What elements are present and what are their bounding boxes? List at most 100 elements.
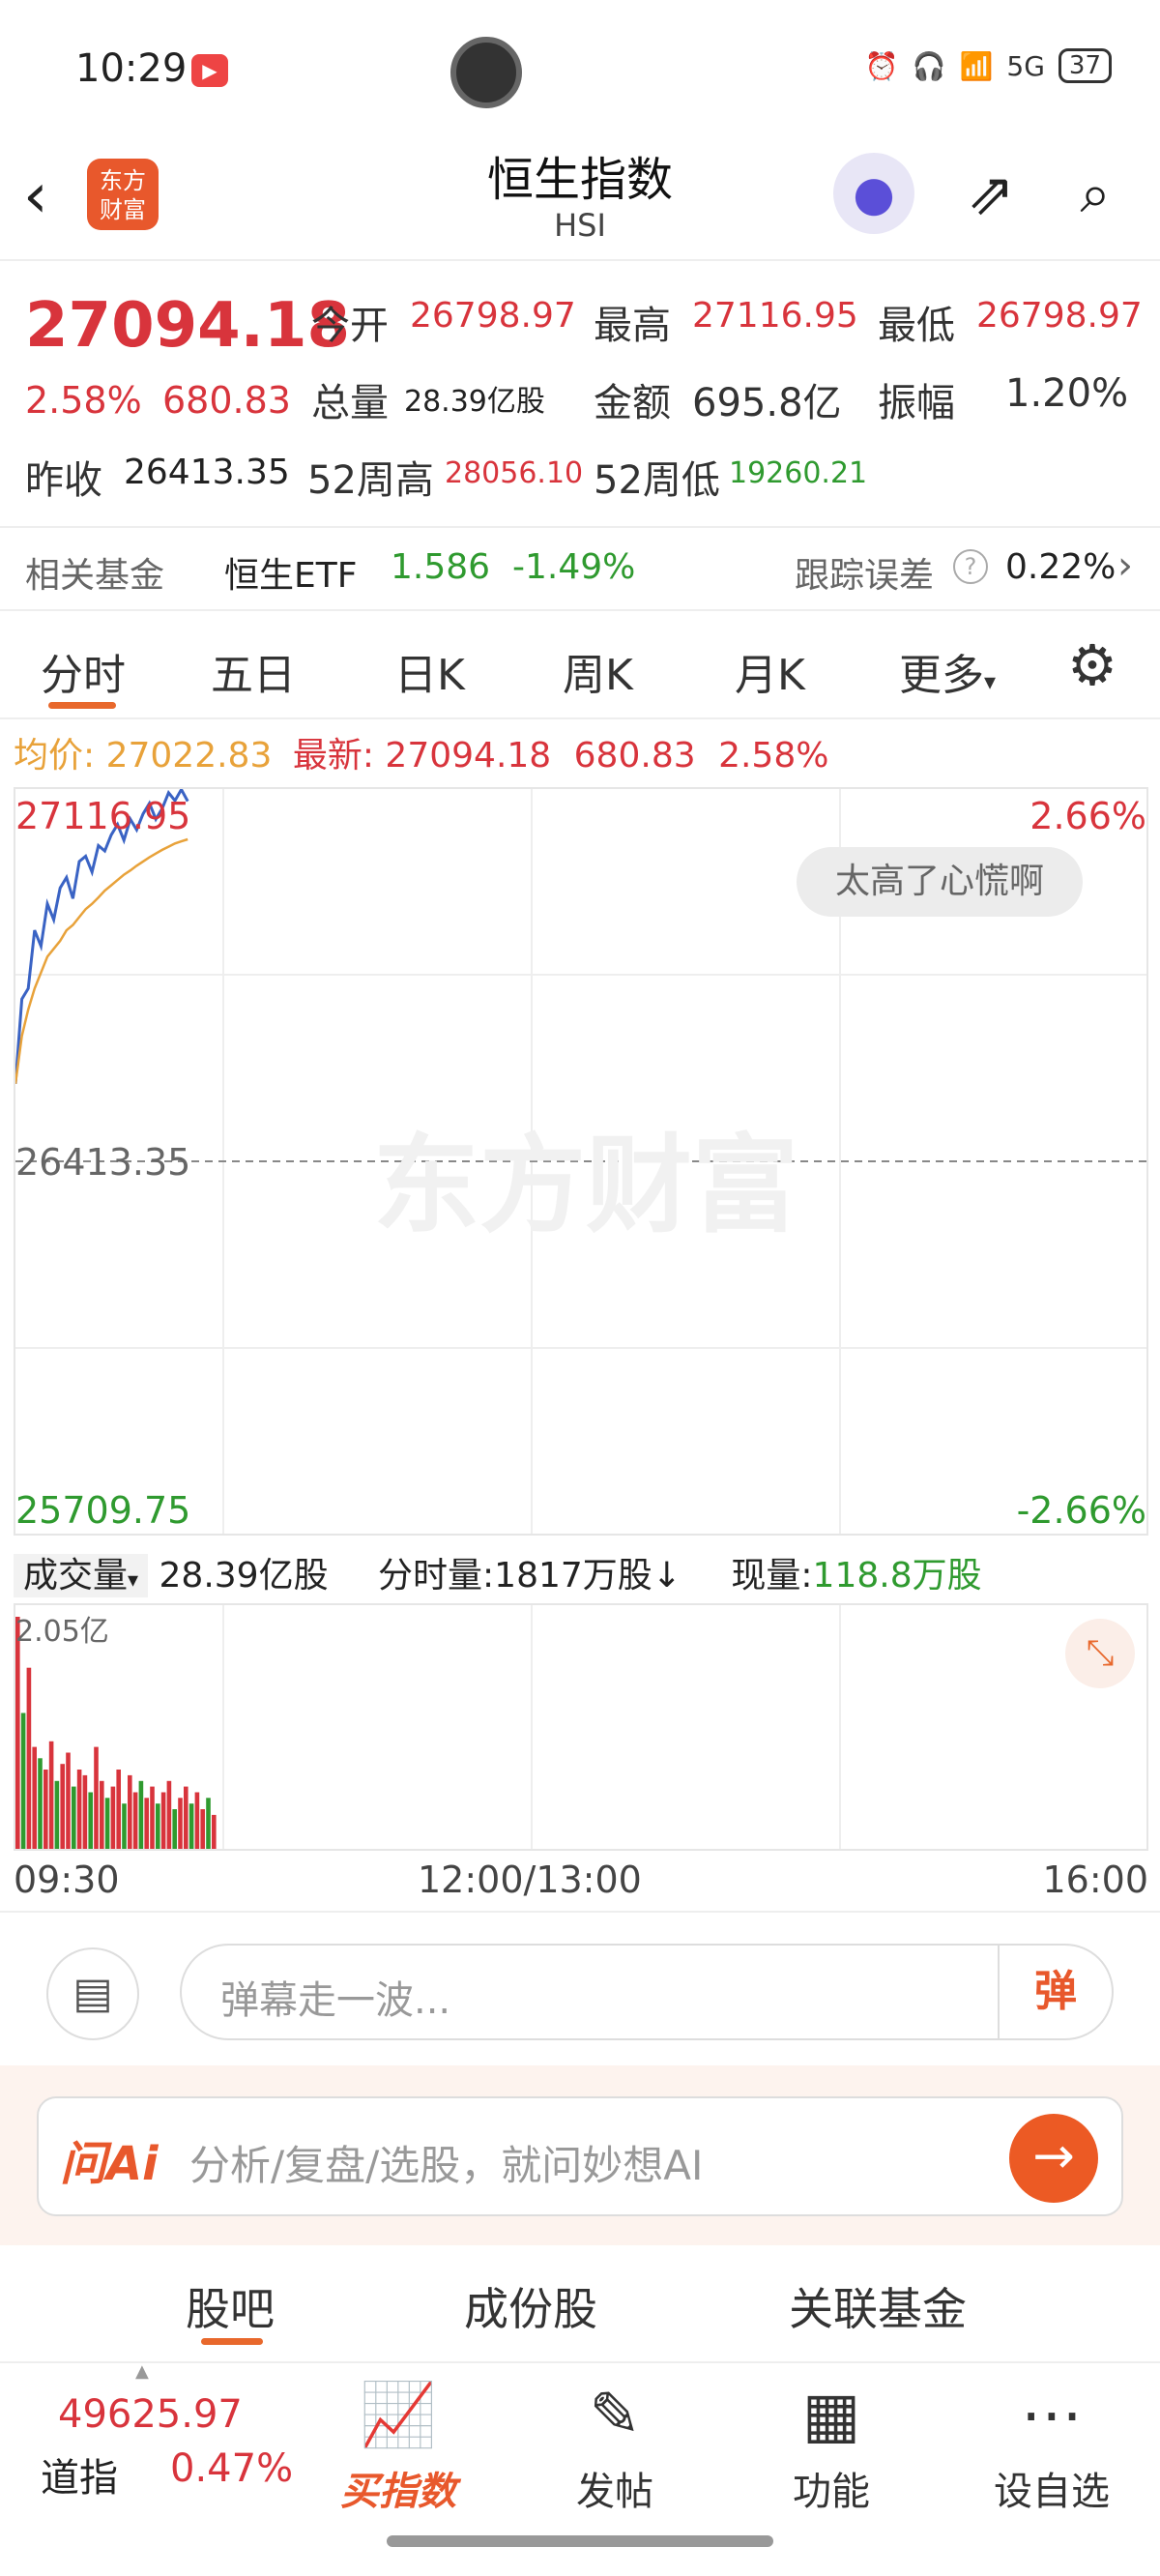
avg-price-row: 均价: 27022.83 最新: 27094.18 680.83 2.58% [14, 727, 828, 777]
volume-selector[interactable]: 成交量▾ [14, 1554, 149, 1597]
current-price: 27094.18 [25, 290, 351, 362]
search-icon[interactable]: ⌕ [1061, 161, 1129, 228]
screen-record-icon: ▶ [191, 54, 228, 87]
tab-intraday[interactable]: 分时 [41, 640, 126, 702]
nav-watchlist-label: 设自选 [994, 2470, 1110, 2514]
ticker-value: 49625.97 [58, 2392, 243, 2437]
trend-chart-icon: 📈 [360, 2380, 437, 2451]
tab-five-day[interactable]: 五日 [211, 640, 296, 702]
settings-gear-icon[interactable]: ⚙ [1067, 632, 1117, 698]
danmu-settings-icon[interactable]: ▤ [46, 1947, 139, 2040]
prev-close-value: 26413.35 [124, 453, 290, 492]
prev-close-label: 昨收 [25, 458, 102, 503]
fund-name[interactable]: 恒生ETF [224, 547, 357, 598]
chart-top-value: 27116.95 [15, 795, 191, 837]
ai-row: 问Ai 分析/复盘/选股，就问妙想AI → [0, 2065, 1160, 2245]
low-label: 最低 [878, 304, 955, 348]
time-mid: 12:00/13:00 [418, 1859, 642, 1901]
clock: 10:29 [75, 46, 188, 91]
latest-change: 680.83 [573, 736, 696, 776]
chevron-right-icon[interactable]: › [1117, 543, 1133, 588]
alarm-icon: ⏰ [864, 49, 899, 82]
volume-chart[interactable]: 2.05亿 ⤡ [14, 1603, 1148, 1851]
share-icon[interactable]: ⇗ [957, 161, 1025, 228]
latest-label: 最新: [292, 736, 374, 776]
minute-volume: 分时量:1817万股↓ [378, 1556, 682, 1595]
volume-bar [54, 1780, 60, 1849]
volume-bar [38, 1758, 43, 1849]
volume-bar [100, 1780, 104, 1849]
floating-app-icon[interactable] [450, 37, 522, 108]
volume-bar [88, 1792, 93, 1849]
volume-total: 28.39亿股 [159, 1556, 329, 1595]
tab-related-funds[interactable]: 关联基金 [789, 2274, 967, 2338]
volume-bar [116, 1770, 121, 1849]
avg-price-line [15, 837, 188, 1084]
ai-input[interactable]: 问Ai 分析/复盘/选股，就问妙想AI → [37, 2096, 1123, 2216]
week52-low-label: 52周低 [594, 458, 720, 503]
danmu-input[interactable]: 弹幕走一波... 弹 [180, 1944, 1114, 2040]
tab-guba[interactable]: 股吧 [186, 2274, 275, 2338]
volume-bar [132, 1792, 138, 1849]
volume-bar [122, 1803, 127, 1849]
volume-bar [194, 1792, 200, 1849]
intraday-chart[interactable]: 东方财富 27116.95 2.66% 26413.35 25709.75 -2… [14, 787, 1148, 1536]
high-label: 最高 [594, 304, 671, 348]
grid-icon: ▦ [801, 2380, 861, 2451]
volume-bar [128, 1774, 132, 1849]
danmu-bubble[interactable]: 太高了心慌啊 [797, 847, 1084, 917]
week52-low-value: 19260.21 [729, 456, 868, 490]
bottom-tabs: 股吧 成份股 关联基金 [0, 2247, 1160, 2363]
quote-panel: 27094.18 2.58% 680.83 今开 26798.97 最高 271… [0, 263, 1160, 524]
volume-bar [72, 1786, 76, 1849]
latest-value: 27094.18 [385, 736, 552, 776]
danmu-placeholder: 弹幕走一波... [220, 1978, 451, 2023]
edit-icon: ✎ [589, 2380, 641, 2451]
tab-more[interactable]: 更多▾ [899, 640, 996, 702]
change-amount: 680.83 [162, 379, 291, 422]
tab-daily-k[interactable]: 日K [394, 640, 465, 702]
ai-logo: 问Ai [60, 2137, 159, 2191]
ai-robot-icon[interactable] [833, 153, 914, 234]
amount-label: 金额 [594, 381, 671, 425]
nav-buy-index[interactable]: 📈 买指数 [302, 2377, 495, 2516]
chart-bottom-pct: -2.66% [1016, 1489, 1146, 1532]
related-fund-label: 相关基金 [25, 556, 165, 596]
header: ‹ 东方 财富 恒生指数 HSI ⇗ ⌕ [0, 135, 1160, 261]
index-ticker[interactable]: ▲ 49625.97 道指 0.47% [0, 2361, 319, 2559]
related-fund-row[interactable]: 相关基金 恒生ETF 1.586 -1.49% 跟踪误差 ? 0.22% › [0, 526, 1160, 611]
nav-add-watchlist[interactable]: ⋯ 设自选 [955, 2377, 1148, 2516]
tracking-error-value: 0.22% [1005, 547, 1116, 587]
volume-bar [76, 1770, 82, 1849]
volume-bar [15, 1617, 20, 1849]
home-indicator[interactable] [387, 2535, 773, 2547]
volume-bar [200, 1809, 205, 1849]
nav-functions[interactable]: ▦ 功能 [735, 2377, 928, 2516]
volume-info-row: 成交量▾ 28.39亿股 分时量:1817万股↓ 现量:118.8万股 [14, 1547, 982, 1597]
nav-post[interactable]: ✎ 发帖 [518, 2377, 711, 2516]
status-icons: ⏰ 🎧 📶 5G 37 [865, 48, 1112, 83]
chart-mid-value: 26413.35 [15, 1141, 191, 1184]
expand-icon[interactable]: ⤡ [1065, 1619, 1135, 1688]
active-tab-indicator [48, 702, 116, 709]
volume-bar [156, 1803, 160, 1849]
avg-value: 27022.83 [105, 736, 273, 776]
tab-monthly-k[interactable]: 月K [735, 640, 805, 702]
fund-pct: -1.49% [512, 547, 636, 587]
arrow-right-icon[interactable]: → [1009, 2114, 1098, 2203]
status-bar: 10:29 ▶ ⏰ 🎧 📶 5G 37 [0, 0, 1160, 135]
volume-bar [44, 1770, 48, 1849]
help-icon[interactable]: ? [953, 549, 988, 584]
tab-weekly-k[interactable]: 周K [563, 640, 633, 702]
volume-bar [104, 1798, 110, 1849]
danmu-toggle-button[interactable]: 弹 [998, 1946, 1112, 2038]
dropdown-icon: ▾ [128, 1568, 139, 1593]
watermark: 东方财富 [373, 1124, 798, 1247]
volume-bar [32, 1746, 37, 1849]
volume-chart-svg [15, 1605, 841, 1849]
volume-bar [150, 1786, 155, 1849]
tracking-error-label: 跟踪误差 [795, 556, 935, 596]
open-value: 26798.97 [410, 296, 576, 336]
amplitude-value: 1.20% [1005, 371, 1129, 416]
tab-constituents[interactable]: 成份股 [464, 2274, 597, 2338]
